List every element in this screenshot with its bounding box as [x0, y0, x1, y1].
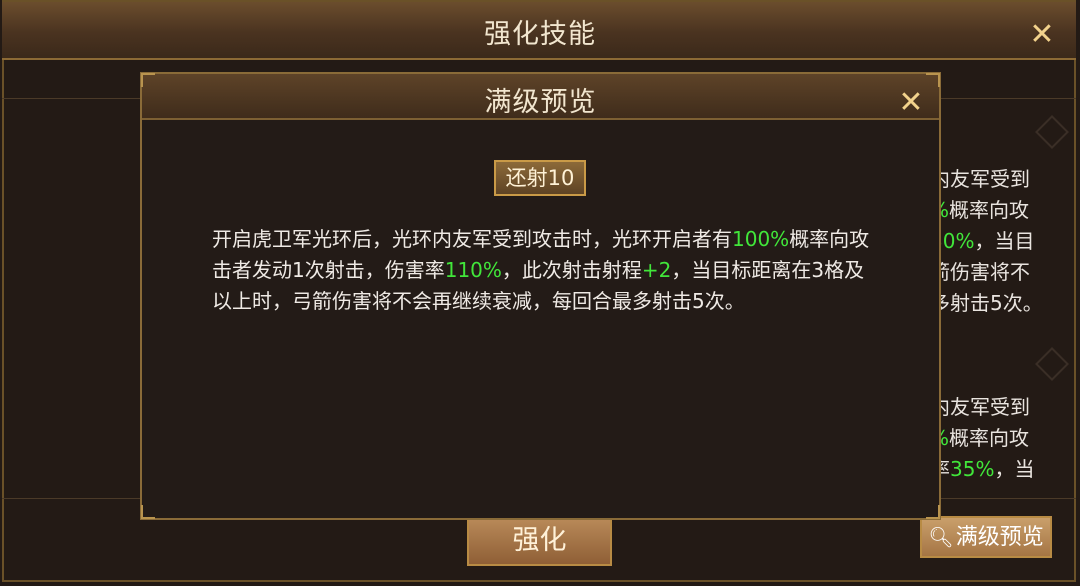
card-text: ，当目: [974, 229, 1035, 253]
corner-ornament: [141, 73, 155, 87]
card-line: 内友军受到: [930, 164, 1075, 195]
card-text: 箭伤害将不: [930, 260, 1030, 284]
highlight-value: 100%: [732, 227, 790, 251]
card-text: 概率向攻: [949, 198, 1030, 222]
background-skill-card-text: 内友军受到 %概率向攻30%，当目箭伤害将不多射击5次。: [930, 164, 1075, 319]
card-line: 内友军受到: [930, 392, 1075, 423]
card-line: 箭伤害将不: [930, 257, 1075, 288]
full-level-preview-button[interactable]: 🔍︎满级预览: [920, 516, 1052, 558]
window-title: 强化技能: [484, 19, 596, 50]
corner-ornament: [926, 73, 940, 87]
highlight-value: 110%: [444, 258, 502, 282]
skill-name-badge: 还射10: [494, 160, 586, 196]
background-skill-card-text: 内友军受到 %概率向攻率35%，当: [930, 392, 1075, 485]
highlight-value: +2: [641, 258, 672, 282]
full-level-preview-label: 满级预览: [955, 525, 1044, 550]
corner-ornament: [926, 505, 940, 519]
card-text: 内友军受到: [930, 395, 1030, 419]
skill-description: 开启虎卫军光环后，光环内友军受到攻击时，光环开启者有100%概率向攻击者发动1次…: [212, 224, 872, 317]
corner-ornament: [141, 505, 155, 519]
card-line: %概率向攻: [930, 195, 1075, 226]
card-line: 多射击5次。: [930, 288, 1075, 319]
card-line: 30%，当目: [930, 226, 1075, 257]
card-text: ，当: [994, 457, 1035, 481]
description-text: ，此次射击射程: [501, 258, 642, 282]
card-text: 概率向攻: [949, 426, 1030, 450]
card-text: 多射击5次。: [930, 291, 1043, 315]
card-text: 内友军受到: [930, 167, 1030, 191]
highlight-value: 35%: [950, 457, 995, 481]
search-icon: 🔍︎: [928, 525, 954, 549]
dialog-title: 满级预览: [484, 87, 597, 118]
strengthen-button[interactable]: 强化: [467, 516, 612, 566]
close-icon[interactable]: ✕: [894, 86, 928, 120]
description-text: 开启虎卫军光环后，光环内友军受到攻击时，光环开启者有: [212, 227, 732, 251]
full-level-preview-dialog: 满级预览 ✕ 还射10 开启虎卫军光环后，光环内友军受到攻击时，光环开启者有10…: [140, 72, 941, 520]
card-line: 率35%，当: [930, 454, 1075, 485]
card-line: %概率向攻: [930, 423, 1075, 454]
close-icon[interactable]: ✕: [1025, 18, 1059, 52]
